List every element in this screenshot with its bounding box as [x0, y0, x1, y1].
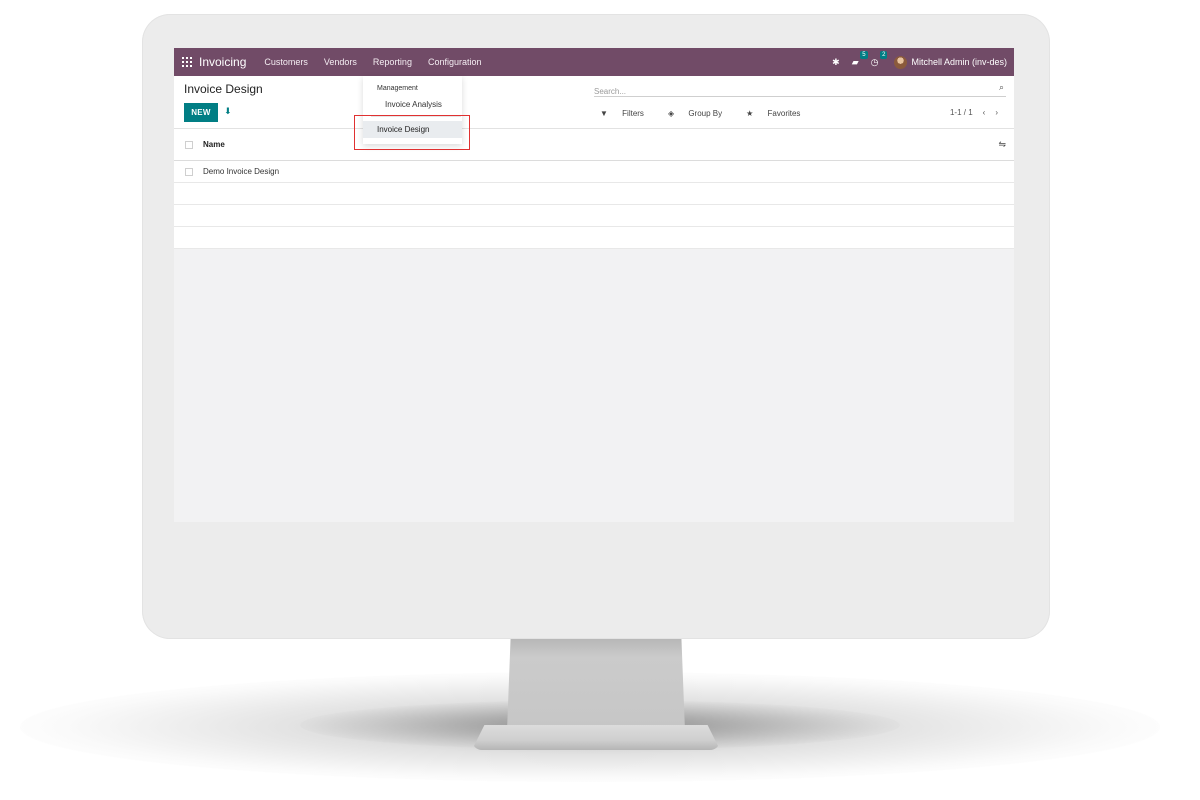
- menu-customers[interactable]: Customers: [264, 57, 308, 67]
- control-panel: Invoice Design NEW ⬇ ⌕ ▼ Filters ◈ Group…: [174, 76, 1014, 129]
- search-icon[interactable]: ⌕: [999, 82, 1004, 93]
- monitor-stand-base: [472, 725, 720, 750]
- table-row[interactable]: Demo Invoice Design: [174, 161, 1014, 183]
- search-bar: ⌕: [594, 81, 1006, 97]
- chevron-left-icon[interactable]: ‹: [983, 108, 986, 117]
- menu-configuration[interactable]: Configuration: [428, 57, 482, 67]
- empty-row: [174, 205, 1014, 227]
- menu-vendors[interactable]: Vendors: [324, 57, 357, 67]
- apps-icon[interactable]: [182, 57, 192, 67]
- menu-reporting[interactable]: Reporting: [373, 57, 412, 67]
- settings-sliders-icon[interactable]: ⇋: [998, 139, 1006, 150]
- group-by-label: Group By: [688, 109, 723, 118]
- star-icon: ★: [746, 109, 754, 118]
- filters-toggle[interactable]: ▼ Filters: [600, 109, 656, 118]
- group-by-toggle[interactable]: ◈ Group By: [668, 109, 734, 118]
- bug-icon[interactable]: ✱: [832, 57, 840, 68]
- activities-badge: 2: [880, 50, 888, 59]
- app-name[interactable]: Invoicing: [199, 55, 246, 69]
- search-input[interactable]: [594, 87, 974, 96]
- monitor-mockup: Invoicing Customers Vendors Reporting Co…: [0, 0, 1200, 800]
- favorites-toggle[interactable]: ★ Favorites: [746, 109, 812, 118]
- pager-value[interactable]: 1-1 / 1: [950, 108, 973, 117]
- search-options: ▼ Filters ◈ Group By ★ Favorites: [600, 109, 824, 118]
- filters-label: Filters: [622, 109, 644, 118]
- chevron-right-icon[interactable]: ›: [995, 108, 998, 117]
- systray: ✱ ▰ 5 ◷ 2 Mitchell Admin (inv-des): [826, 50, 1014, 69]
- empty-row: [174, 227, 1014, 249]
- row-name[interactable]: Demo Invoice Design: [203, 167, 279, 176]
- filter-icon: ▼: [600, 109, 608, 118]
- row-checkbox[interactable]: [185, 167, 193, 176]
- messages-badge: 5: [860, 50, 868, 59]
- new-button[interactable]: NEW: [184, 103, 218, 122]
- empty-row: [174, 183, 1014, 205]
- highlight-box: [354, 115, 470, 150]
- chat-icon[interactable]: ▰ 5: [852, 50, 868, 68]
- top-navbar: Invoicing Customers Vendors Reporting Co…: [174, 48, 1014, 76]
- screen: Invoicing Customers Vendors Reporting Co…: [174, 48, 1014, 522]
- page-title: Invoice Design: [184, 82, 263, 96]
- list-header: Name ⇋: [174, 129, 1014, 161]
- layers-icon: ◈: [667, 109, 675, 118]
- dropdown-section-header: Management: [377, 85, 418, 92]
- user-menu[interactable]: Mitchell Admin (inv-des): [911, 57, 1007, 67]
- favorites-label: Favorites: [767, 109, 801, 118]
- avatar[interactable]: [894, 55, 908, 69]
- download-icon[interactable]: ⬇: [224, 106, 232, 117]
- menu-item-invoice-analysis[interactable]: Invoice Analysis: [385, 100, 442, 109]
- monitor-stand-neck: [507, 639, 685, 731]
- select-all-checkbox[interactable]: [185, 140, 193, 149]
- list-view: Name ⇋ Demo Invoice Design: [174, 129, 1014, 249]
- clock-icon[interactable]: ◷ 2: [871, 50, 888, 68]
- pager: 1-1 / 1 ‹ ›: [940, 108, 998, 117]
- column-name[interactable]: Name: [203, 140, 225, 149]
